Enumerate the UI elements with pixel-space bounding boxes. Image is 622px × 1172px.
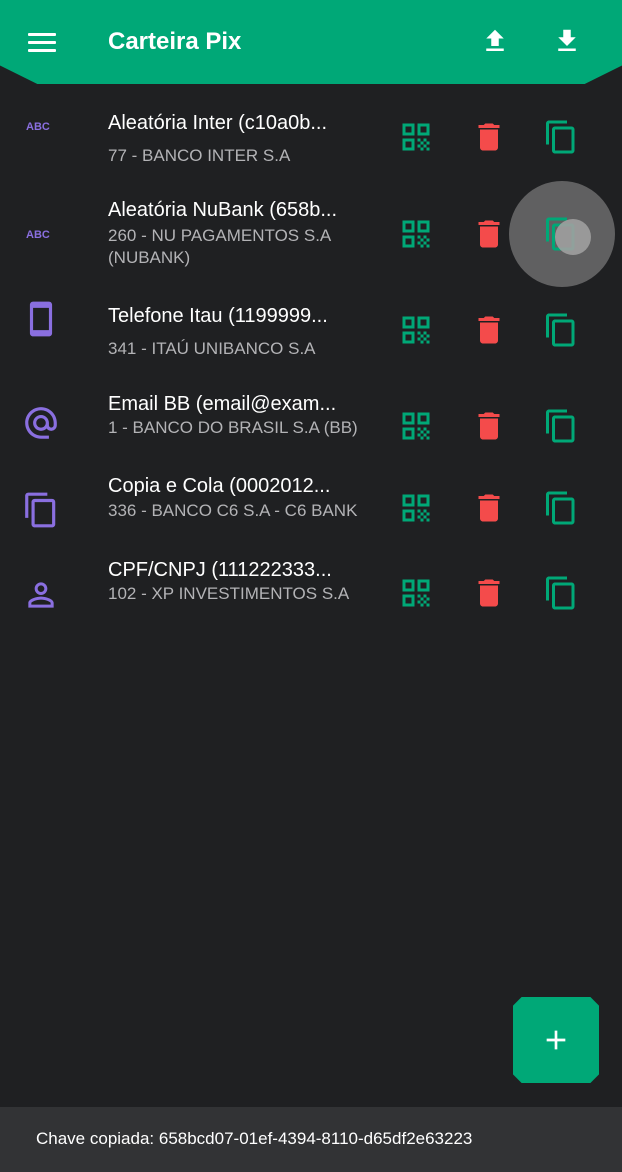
- key-title: Aleatória Inter (c10a0b...: [108, 112, 328, 134]
- phone-icon: [29, 301, 53, 337]
- list-item[interactable]: CPF/CNPJ (111222333... 102 - XP INVESTIM…: [0, 556, 622, 642]
- copy-key-icon[interactable]: [543, 408, 579, 444]
- page-title: Carteira Pix: [108, 28, 242, 55]
- qr-code-icon[interactable]: [398, 575, 434, 611]
- copy-key-icon[interactable]: [543, 490, 579, 526]
- download-icon[interactable]: [552, 26, 582, 56]
- copy-key-icon[interactable]: [543, 575, 579, 611]
- qr-code-icon[interactable]: [398, 312, 434, 348]
- delete-icon[interactable]: [471, 119, 507, 155]
- delete-icon[interactable]: [471, 490, 507, 526]
- copy-icon: [25, 492, 56, 528]
- key-title: Copia e Cola (0002012...: [108, 475, 331, 497]
- copy-key-icon[interactable]: [543, 119, 579, 155]
- qr-code-icon[interactable]: [398, 216, 434, 252]
- touch-indicator: [555, 219, 591, 255]
- key-bank: 1 - BANCO DO BRASIL S.A (BB): [108, 418, 358, 437]
- app-root: Carteira Pix ABC Aleatória Inter (c10a0b…: [0, 0, 622, 1172]
- upload-icon[interactable]: [480, 26, 510, 56]
- qr-code-icon[interactable]: [398, 490, 434, 526]
- list-item[interactable]: Telefone Itau (1199999... 341 - ITAÚ UNI…: [0, 292, 622, 380]
- key-bank: 336 - BANCO C6 S.A - C6 BANK: [108, 501, 358, 520]
- key-bank: 102 - XP INVESTIMENTOS S.A: [108, 584, 350, 603]
- delete-icon[interactable]: [471, 575, 507, 611]
- delete-icon[interactable]: [471, 216, 507, 252]
- delete-icon[interactable]: [471, 312, 507, 348]
- menu-icon[interactable]: [28, 33, 56, 53]
- list-item[interactable]: Copia e Cola (0002012... 336 - BANCO C6 …: [0, 470, 622, 556]
- key-bank: 341 - ITAÚ UNIBANCO S.A: [108, 339, 316, 358]
- key-bank: 260 - NU PAGAMENTOS S.A (NUBANK): [108, 226, 331, 267]
- abc-icon: ABC: [26, 229, 50, 241]
- svg-text:ABC: ABC: [26, 121, 50, 133]
- plus-icon: [546, 1030, 566, 1050]
- at-icon: [25, 407, 57, 439]
- key-bank: 77 - BANCO INTER S.A: [108, 146, 291, 165]
- person-icon: [28, 582, 54, 608]
- top-app-bar: [0, 0, 622, 84]
- key-title: Aleatória NuBank (658b...: [108, 199, 338, 221]
- delete-icon[interactable]: [471, 408, 507, 444]
- qr-code-icon[interactable]: [398, 119, 434, 155]
- snackbar-message: Chave copiada: 658bcd07-01ef-4394-8110-d…: [36, 1129, 473, 1148]
- abc-icon: ABC: [26, 121, 50, 133]
- key-title: Email BB (email@exam...: [108, 393, 337, 415]
- add-key-button[interactable]: [513, 997, 599, 1083]
- list-item[interactable]: Email BB (email@exam... 1 - BANCO DO BRA…: [0, 380, 622, 470]
- snackbar: Chave copiada: 658bcd07-01ef-4394-8110-d…: [0, 1107, 622, 1172]
- list-item[interactable]: ABC Aleatória Inter (c10a0b... 77 - BANC…: [0, 84, 622, 184]
- svg-text:ABC: ABC: [26, 229, 50, 241]
- qr-code-icon[interactable]: [398, 408, 434, 444]
- key-title: CPF/CNPJ (111222333...: [108, 559, 332, 581]
- copy-key-icon[interactable]: [543, 312, 579, 348]
- key-title: Telefone Itau (1199999...: [108, 305, 328, 327]
